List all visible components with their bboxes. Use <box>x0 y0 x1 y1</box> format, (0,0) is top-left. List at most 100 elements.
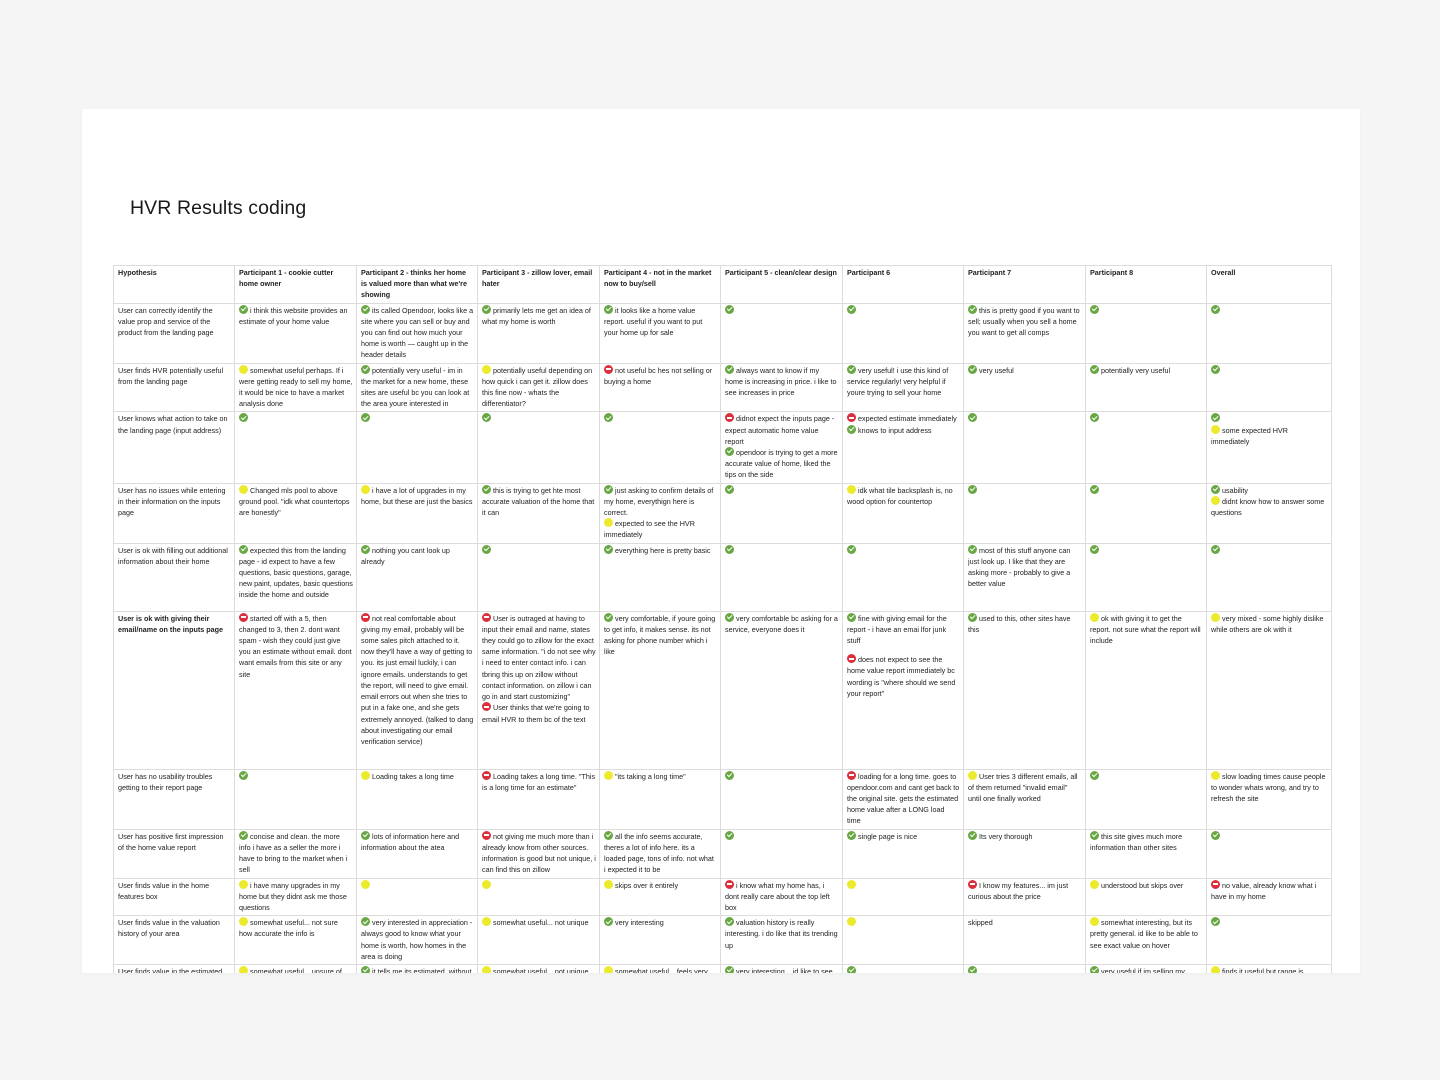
check-icon <box>847 424 856 434</box>
yellow-dot-icon <box>1090 612 1099 622</box>
result-entry: knows to input address <box>847 424 960 436</box>
check-icon <box>604 612 613 622</box>
result-text: idk what tile backsplash is, no wood opt… <box>847 485 953 506</box>
result-cell: nothing you cant look up already <box>356 542 478 612</box>
result-entry <box>1211 364 1328 376</box>
result-text: Loading takes a long time <box>372 771 454 781</box>
check-icon <box>725 612 734 622</box>
result-entry: User thinks that we're going to email HV… <box>482 702 596 724</box>
check-icon <box>604 544 613 554</box>
result-text: slow loading times cause people to wonde… <box>1211 771 1326 804</box>
result-text: skips over it entirely <box>615 880 679 890</box>
yellow-dot-icon <box>604 879 613 889</box>
result-entry: Loading takes a long time <box>361 770 474 782</box>
result-cell: not useful bc hes not selling or buying … <box>599 362 721 413</box>
result-cell: somewhat useful... unsure of their estim… <box>234 963 357 973</box>
result-entry: slow loading times cause people to wonde… <box>1211 770 1328 805</box>
check-icon <box>968 304 977 314</box>
result-entry: concise and clean. the more info i have … <box>239 830 353 876</box>
hypothesis-cell: User can correctly identify the value pr… <box>113 302 235 364</box>
result-entry: everything here is pretty basic <box>604 544 717 556</box>
result-text: this is pretty good if you want to sell;… <box>968 305 1080 338</box>
check-icon <box>1090 544 1099 554</box>
result-entry: very interesting... id like to see my va… <box>725 965 839 973</box>
result-entry: most of this stuff anyone can just look … <box>968 544 1082 590</box>
result-entry: it looks like a home value report. usefu… <box>604 304 717 339</box>
result-cell: somewhat useful... feels very vague. wan… <box>599 963 721 973</box>
result-entry: expected this from the landing page - id… <box>239 544 353 601</box>
result-entry: potentially very useful <box>1090 364 1203 376</box>
result-text: potentially useful depending on how quic… <box>482 365 593 409</box>
check-icon <box>725 544 734 554</box>
check-icon <box>847 544 856 554</box>
result-cell: concise and clean. the more info i have … <box>234 828 357 879</box>
result-cell: skips over it entirely <box>599 877 721 917</box>
results-table: Hypothesis Participant 1 - cookie cutter … <box>113 265 1332 973</box>
result-entry: skips over it entirely <box>604 879 717 891</box>
table-row: User can correctly identify the value pr… <box>113 302 1332 364</box>
result-text: expected estimate immediately <box>858 414 957 424</box>
check-icon <box>361 917 370 927</box>
hypothesis-cell: User finds value in the home features bo… <box>113 877 235 917</box>
result-cell <box>842 963 964 973</box>
result-cell <box>477 411 600 484</box>
result-text: very comfortable bc asking for a service… <box>725 613 838 634</box>
result-entry: somewhat useful perhaps. If i were getti… <box>239 364 353 410</box>
result-text: not giving me much more than i already k… <box>482 831 596 875</box>
result-entry: single page is nice <box>847 830 960 842</box>
result-entry <box>1211 830 1328 842</box>
result-entry: User is outraged at having to input thei… <box>482 612 596 703</box>
yellow-dot-icon <box>482 879 491 889</box>
result-text: potentially very useful - im in the mark… <box>361 365 470 409</box>
result-entry: User tries 3 different emails, all of th… <box>968 770 1082 805</box>
check-icon <box>1090 484 1099 494</box>
result-cell <box>842 877 964 917</box>
result-cell: i know what my home has, i dont really c… <box>720 877 843 917</box>
check-icon <box>239 830 248 840</box>
result-text: started off with a 5, then changed to 3,… <box>239 613 352 679</box>
check-icon <box>361 830 370 840</box>
result-cell: not real comfortable about giving my ema… <box>356 610 478 770</box>
check-icon <box>361 364 370 374</box>
result-cell: very useful! i use this kind of service … <box>842 362 964 413</box>
result-entry: not real comfortable about giving my ema… <box>361 612 474 747</box>
check-icon <box>847 965 856 973</box>
result-entry <box>725 304 839 316</box>
result-entry: i think this website provides an estimat… <box>239 304 353 327</box>
result-cell <box>234 768 357 830</box>
result-text: very interesting... id like to see my va… <box>736 966 833 973</box>
hypothesis-cell: User is ok with giving their email/name … <box>113 610 235 770</box>
hypothesis-cell: User finds HVR potentially useful from t… <box>113 362 235 413</box>
result-cell: expected estimate immediately knows to in… <box>842 411 964 484</box>
result-entry: somewhat useful... not sure how accurate… <box>239 917 353 939</box>
result-text: single page is nice <box>858 831 918 841</box>
result-entry: "its taking a long time" <box>604 770 717 782</box>
table-row: User is ok with filling out additional i… <box>113 542 1332 612</box>
result-entry: somewhat useful... unsure of their estim… <box>239 965 353 973</box>
result-cell: understood but skips over <box>1085 877 1207 917</box>
result-cell <box>477 877 600 917</box>
result-text: everything here is pretty basic <box>615 545 711 555</box>
check-icon <box>1090 830 1099 840</box>
result-cell <box>720 828 843 879</box>
result-text: nothing you cant look up already <box>361 545 450 566</box>
result-cell <box>1206 828 1332 879</box>
result-entry: potentially useful depending on how quic… <box>482 364 596 410</box>
result-entry <box>968 413 1082 424</box>
result-entry: I know my features... im just curious ab… <box>968 879 1082 902</box>
result-cell: Its very thorough <box>963 828 1086 879</box>
table-row: User finds value in the valuation histor… <box>113 915 1332 965</box>
result-cell: usability didnt know how to answer some q… <box>1206 482 1332 544</box>
check-icon <box>847 364 856 374</box>
result-text: expected this from the landing page - id… <box>239 545 353 600</box>
result-text: most of this stuff anyone can just look … <box>968 545 1071 589</box>
result-entry <box>725 770 839 782</box>
result-entry: very useful if im selling my home <box>1090 965 1203 973</box>
result-entry <box>482 413 596 424</box>
result-cell <box>1085 768 1207 830</box>
result-text: somewhat useful perhaps. If i were getti… <box>239 365 353 409</box>
result-text: not real comfortable about giving my ema… <box>361 613 474 746</box>
check-icon <box>1090 770 1099 780</box>
result-entry <box>1090 413 1203 424</box>
result-text: User thinks that we're going to email HV… <box>482 703 590 724</box>
